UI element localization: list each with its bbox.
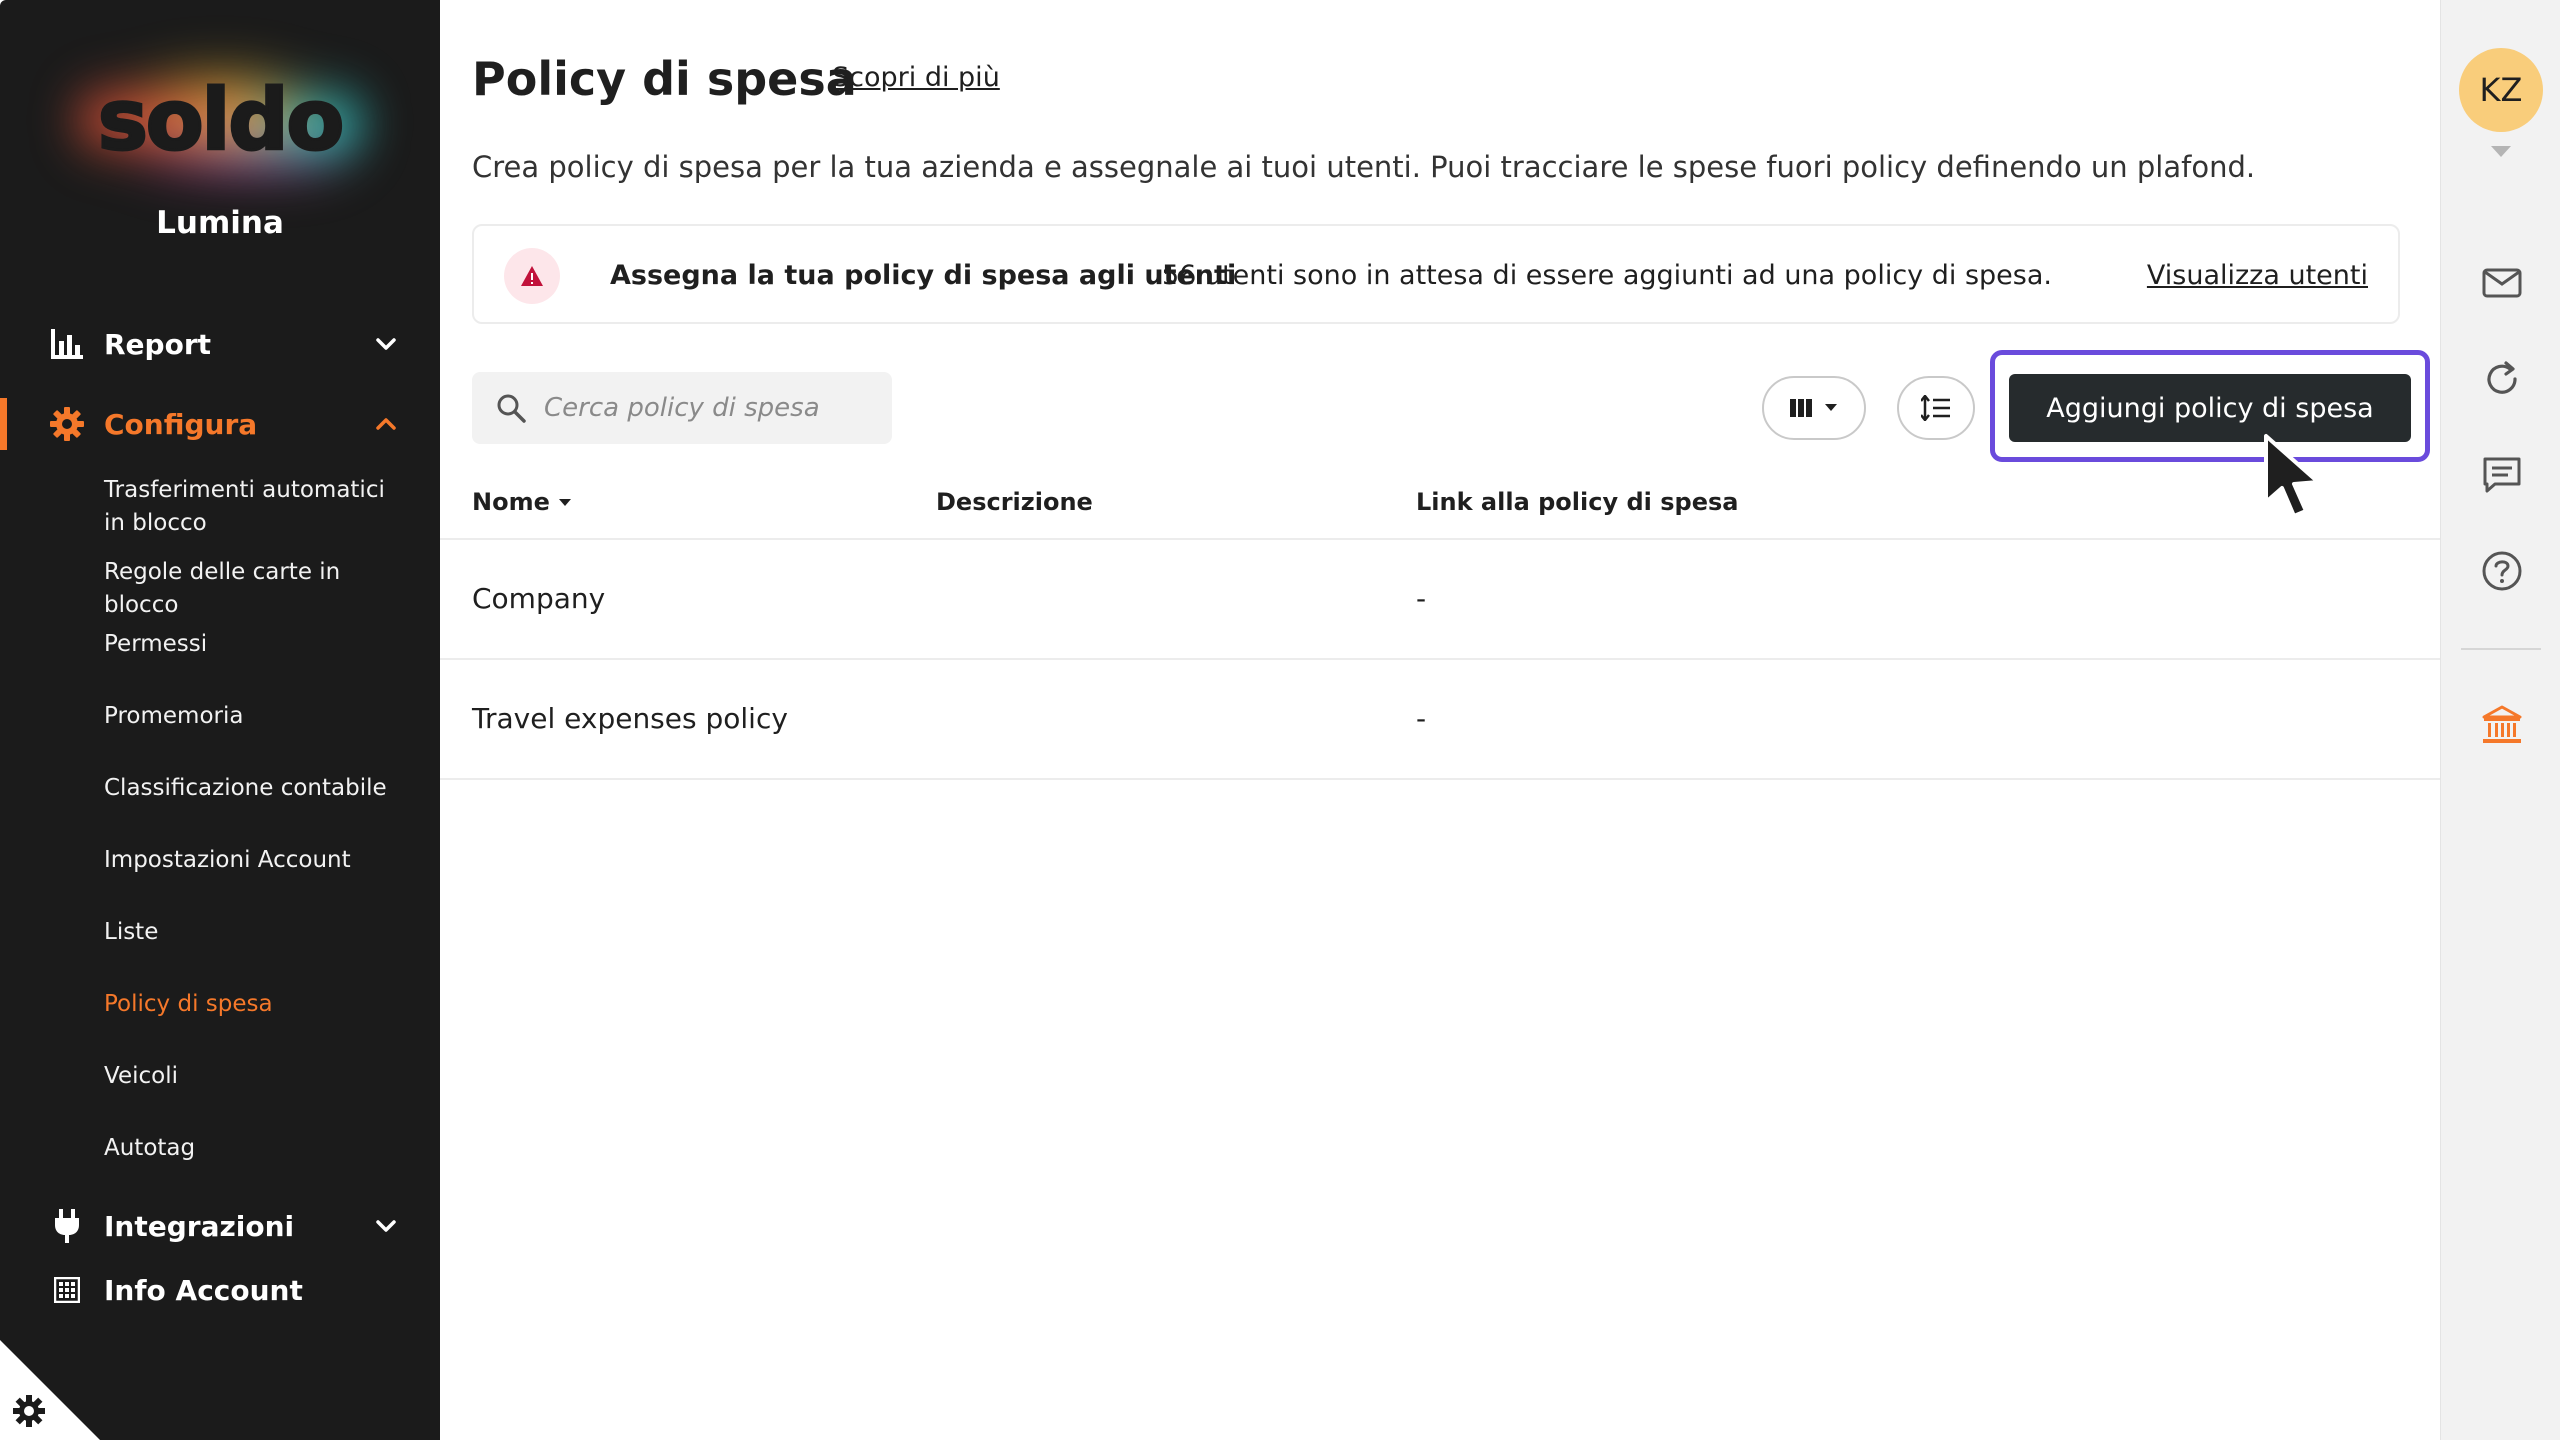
nav-item-impostazioni[interactable]: Impostazioni Account [0,830,440,902]
chevron-down-icon [376,1220,396,1232]
nav-section-configura[interactable]: Configura [0,392,440,456]
soldo-logo[interactable]: soldo [0,40,440,200]
column-header-label: Nome [472,488,550,516]
nav-item-classificazione[interactable]: Classificazione contabile [0,758,440,830]
table-header: Nome Descrizione Link alla policy di spe… [440,470,2440,540]
policy-name: Travel expenses policy [472,702,788,735]
learn-more-link[interactable]: Scopri di più [832,62,1000,93]
nav-item-liste[interactable]: Liste [0,902,440,974]
policy-name: Company [472,582,606,615]
nav-section-report[interactable]: Report [0,312,440,376]
help-icon[interactable] [2481,550,2523,592]
building-grid-icon [50,1273,84,1307]
nav-item-policy-di-spesa[interactable]: Policy di spesa [0,974,440,1046]
banner-text: 56 utenti sono in attesa di essere aggiu… [1162,260,2052,291]
nav-section-integrazioni[interactable]: Integrazioni [0,1194,440,1258]
search-box[interactable] [472,372,892,444]
columns-toggle-button[interactable] [1762,376,1866,440]
nav-section-label: Report [104,327,212,361]
avatar-caret-icon[interactable] [2491,146,2511,157]
nav-item-autotag[interactable]: Autotag [0,1118,440,1190]
column-header-link: Link alla policy di spesa [1416,488,1739,516]
add-policy-button[interactable]: Aggiungi policy di spesa [2009,374,2411,442]
right-rail: KZ [2440,0,2560,1440]
nav-section-label: Info Account [104,1273,303,1307]
table-row[interactable]: Travel expenses policy - [440,660,2440,780]
view-users-link[interactable]: Visualizza utenti [2147,260,2368,291]
main-content: Policy di spesa Scopri di più Crea polic… [440,0,2440,1440]
refresh-icon[interactable] [2481,358,2523,400]
policy-link: - [1416,702,1427,735]
page-subtitle: Crea policy di spesa per la tua azienda … [472,150,2256,184]
nav-item-regole-carte[interactable]: Regole delle carte in blocco [0,542,440,618]
mail-icon[interactable] [2481,262,2523,304]
sidebar: soldo Lumina Report Configura Trasferime… [0,0,440,1440]
warning-triangle-icon [504,248,560,304]
policy-link: - [1416,582,1427,615]
nav-section-info-account[interactable]: Info Account [0,1260,440,1320]
bank-icon[interactable] [2481,704,2523,746]
logo-wordmark: soldo [96,70,345,171]
sidebar-nav: Report Configura Trasferimenti automatic… [0,312,440,1320]
sort-caret-icon [558,498,571,506]
sort-list-icon [1921,395,1950,421]
search-icon [497,394,526,423]
banner-title: Assegna la tua policy di spesa agli uten… [610,260,1237,291]
nav-item-trasferimenti[interactable]: Trasferimenti automatici in blocco [0,470,440,542]
nav-item-promemoria[interactable]: Promemoria [0,686,440,758]
search-input[interactable] [544,393,884,423]
plug-icon [50,1209,84,1243]
user-avatar[interactable]: KZ [2459,48,2543,132]
organization-name: Lumina [156,205,284,241]
sort-button[interactable] [1897,376,1975,440]
chevron-down-icon [376,338,396,350]
gear-icon [50,407,84,441]
caret-down-icon [1825,404,1837,411]
assign-policy-banner: Assegna la tua policy di spesa agli uten… [472,224,2400,324]
nav-item-permessi[interactable]: Permessi [0,614,440,686]
mouse-pointer-icon [2264,434,2320,518]
column-header-nome[interactable]: Nome [472,488,572,516]
settings-corner[interactable] [0,1340,100,1440]
chat-icon[interactable] [2481,454,2523,496]
chevron-up-icon [376,418,396,430]
rail-divider [2461,648,2541,650]
nav-section-label: Configura [104,407,258,441]
bar-chart-icon [50,327,84,361]
settings-gear-icon [13,1395,45,1427]
table-row[interactable]: Company - [440,540,2440,660]
nav-item-veicoli[interactable]: Veicoli [0,1046,440,1118]
page-title: Policy di spesa [472,52,857,106]
column-header-descrizione: Descrizione [936,488,1093,516]
columns-icon [1790,399,1812,417]
nav-section-label: Integrazioni [104,1209,295,1243]
